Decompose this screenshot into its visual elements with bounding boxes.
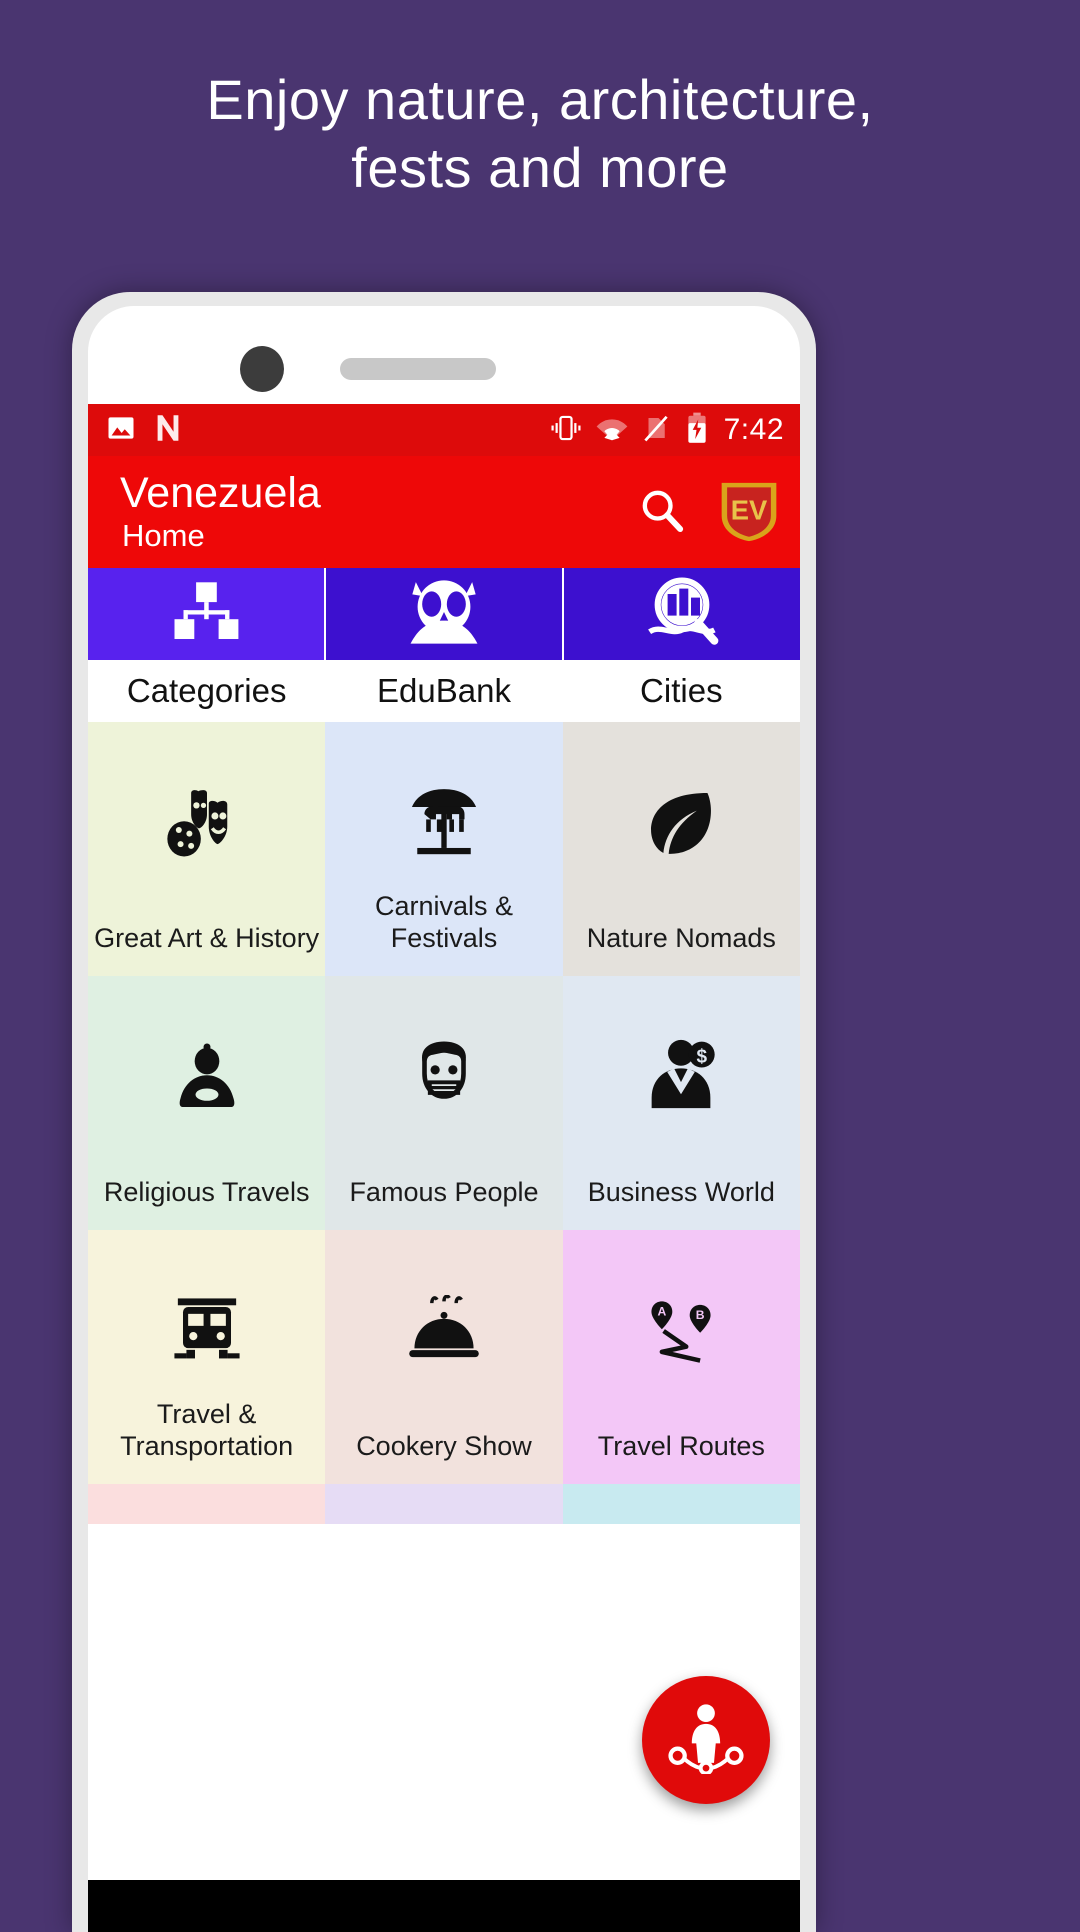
grid-tile[interactable]: A B Travel Routes bbox=[562, 1230, 800, 1484]
grid-tile-partial[interactable] bbox=[88, 1484, 326, 1524]
app-bar: Venezuela Home EV bbox=[88, 456, 800, 568]
svg-text:$: $ bbox=[697, 1046, 708, 1067]
grid-tile[interactable]: $ Business World bbox=[562, 976, 800, 1230]
grid-tile-label: Travel Routes bbox=[597, 1431, 765, 1461]
food-cloche-icon bbox=[325, 1288, 562, 1374]
owl-icon bbox=[400, 578, 488, 651]
grid-tile-label: Cookery Show bbox=[356, 1431, 532, 1461]
status-bar-clock: 7:42 bbox=[723, 413, 784, 446]
n-logo-icon bbox=[154, 413, 182, 448]
battery-charging-icon bbox=[684, 412, 710, 449]
grid-tile-partial[interactable] bbox=[325, 1484, 563, 1524]
category-grid: Great Art & History Carnivals & Festival… bbox=[88, 722, 800, 1524]
grid-tile[interactable]: Famous People bbox=[325, 976, 563, 1230]
grid-tile-label: Business World bbox=[587, 1177, 775, 1207]
hierarchy-icon bbox=[170, 579, 242, 650]
app-screen: 7:42 Venezuela Home EV Categories EduBan… bbox=[88, 404, 800, 1932]
grid-tile[interactable]: Great Art & History bbox=[88, 722, 326, 976]
grid-tile-partial[interactable] bbox=[562, 1484, 800, 1524]
tab-label-cities[interactable]: Cities bbox=[563, 660, 800, 722]
wifi-icon bbox=[596, 415, 628, 446]
status-bar-right-icons: 7:42 bbox=[550, 412, 784, 449]
grid-tile-label: Great Art & History bbox=[94, 923, 320, 953]
buddha-icon bbox=[88, 1034, 325, 1120]
city-search-icon bbox=[642, 576, 722, 653]
grid-tile[interactable]: Travel & Transportation bbox=[88, 1230, 326, 1484]
page-title: Venezuela bbox=[120, 469, 321, 517]
tab-label-edubank[interactable]: EduBank bbox=[325, 660, 562, 722]
train-icon bbox=[88, 1288, 325, 1374]
status-bar: 7:42 bbox=[88, 404, 800, 456]
tab-cities[interactable] bbox=[564, 568, 800, 660]
front-camera-icon bbox=[240, 346, 284, 392]
earpiece-speaker bbox=[340, 358, 496, 380]
svg-text:B: B bbox=[696, 1308, 705, 1322]
grid-tile-label: Carnivals & Festivals bbox=[374, 891, 514, 953]
page-subtitle: Home bbox=[122, 518, 205, 553]
android-navigation-bar bbox=[88, 1880, 800, 1932]
tab-edubank[interactable] bbox=[326, 568, 564, 660]
theater-masks-icon bbox=[88, 780, 325, 866]
grid-tile[interactable]: Religious Travels bbox=[88, 976, 326, 1230]
grid-tile[interactable]: Nature Nomads bbox=[562, 722, 800, 976]
businessman-icon: $ bbox=[563, 1034, 800, 1120]
people-network-fab-button[interactable] bbox=[642, 1676, 770, 1804]
grid-tile[interactable]: Cookery Show bbox=[325, 1230, 563, 1484]
people-network-icon bbox=[667, 1702, 745, 1779]
carousel-icon bbox=[325, 780, 562, 866]
photo-icon bbox=[106, 413, 136, 448]
route-map-icon: A B bbox=[563, 1288, 800, 1374]
svg-text:EV: EV bbox=[731, 494, 768, 525]
grid-tile[interactable]: Carnivals & Festivals bbox=[325, 722, 563, 976]
grid-tile-label: Religious Travels bbox=[103, 1177, 310, 1207]
tab-bar-icons bbox=[88, 568, 800, 660]
status-bar-left-icons bbox=[106, 413, 182, 448]
phone-frame: 7:42 Venezuela Home EV Categories EduBan… bbox=[72, 292, 816, 1932]
phone-screen-bezel: 7:42 Venezuela Home EV Categories EduBan… bbox=[88, 306, 800, 1932]
vibrate-icon bbox=[550, 413, 582, 448]
grid-tile-label: Famous People bbox=[349, 1177, 539, 1207]
app-bar-actions: EV bbox=[636, 479, 780, 545]
leaf-icon bbox=[563, 780, 800, 866]
grid-tile-label: Nature Nomads bbox=[586, 923, 776, 953]
search-icon[interactable] bbox=[636, 484, 688, 541]
promo-headline: Enjoy nature, architecture, fests and mo… bbox=[0, 66, 1080, 202]
svg-text:A: A bbox=[658, 1304, 667, 1318]
ev-logo-icon[interactable]: EV bbox=[718, 479, 780, 545]
grid-tile-label: Travel & Transportation bbox=[120, 1399, 294, 1461]
no-sim-icon bbox=[642, 413, 670, 448]
app-bar-titles: Venezuela Home bbox=[120, 469, 321, 555]
tab-label-categories[interactable]: Categories bbox=[88, 660, 325, 722]
promo-headline-line1: Enjoy nature, architecture, bbox=[206, 68, 874, 131]
tab-bar-labels: Categories EduBank Cities bbox=[88, 660, 800, 722]
promo-headline-line2: fests and more bbox=[351, 136, 729, 199]
famous-face-icon bbox=[325, 1034, 562, 1120]
tab-categories[interactable] bbox=[88, 568, 326, 660]
